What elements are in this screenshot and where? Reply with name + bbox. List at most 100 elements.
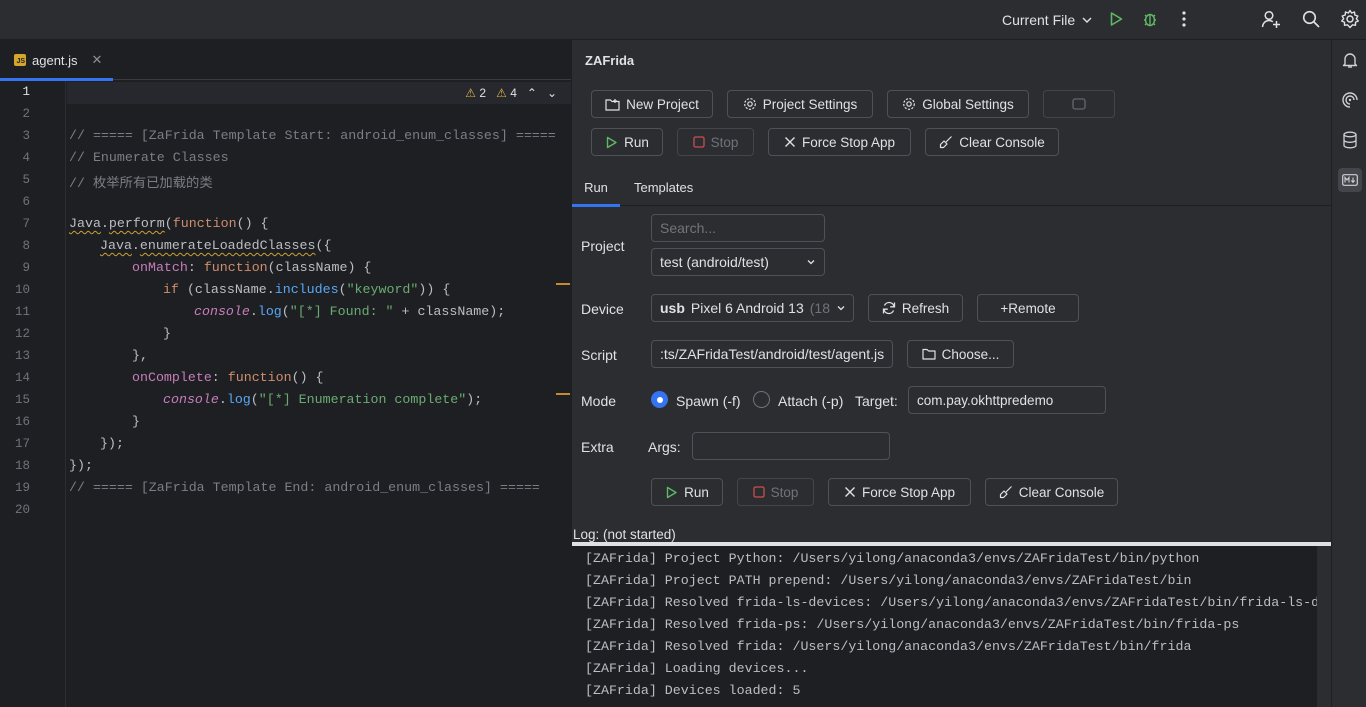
- search-icon[interactable]: [1300, 8, 1322, 30]
- tab-label: agent.js: [32, 52, 78, 68]
- warning-stripe-marker[interactable]: [556, 393, 570, 395]
- warning-stripe-marker[interactable]: [556, 283, 570, 285]
- add-user-icon[interactable]: [1260, 8, 1282, 30]
- code-line-17: });: [100, 436, 124, 451]
- run-button[interactable]: Run: [651, 478, 723, 506]
- line-number: 7: [22, 217, 30, 231]
- global-settings-button[interactable]: Global Settings: [887, 90, 1029, 118]
- right-tool-strip: [1331, 40, 1366, 707]
- broom-icon: [940, 136, 953, 149]
- run-icon[interactable]: [1105, 8, 1127, 30]
- add-remote-device-button[interactable]: +Remote: [977, 294, 1079, 322]
- project-select[interactable]: test (android/test): [651, 248, 825, 276]
- device-select[interactable]: usb Pixel 6 Android 13 (18: [651, 294, 854, 322]
- close-icon: [844, 487, 855, 497]
- log-line: [ZAFrida] Project Python: /Users/yilong/…: [585, 551, 1200, 566]
- line-number: 17: [14, 437, 30, 451]
- clear-console-button[interactable]: Clear Console: [985, 478, 1118, 506]
- code-line-9: onMatch: function(className) {: [132, 260, 372, 275]
- notifications-icon[interactable]: [1338, 48, 1362, 72]
- new-folder-icon: [605, 98, 620, 111]
- tab-run[interactable]: Run: [572, 168, 620, 207]
- mode-label: Mode: [581, 393, 617, 409]
- run-icon: [606, 136, 617, 148]
- line-number: 11: [14, 305, 30, 319]
- log-scrollbar[interactable]: [1317, 546, 1332, 707]
- log-line: [ZAFrida] Resolved frida-ps: /Users/yilo…: [585, 617, 1240, 632]
- close-icon[interactable]: ✕: [92, 52, 103, 68]
- gear-icon: [903, 98, 916, 110]
- new-project-button[interactable]: New Project: [591, 90, 713, 118]
- debug-icon[interactable]: [1139, 8, 1161, 30]
- attach-radio-label[interactable]: Attach (-p): [778, 393, 843, 409]
- warning-icon: ⚠: [465, 86, 477, 100]
- run-configuration-selector[interactable]: Current File: [1002, 10, 1093, 30]
- tab-templates[interactable]: Templates: [634, 168, 693, 206]
- code-line-16: }: [132, 414, 140, 429]
- code-line-12: }: [163, 326, 171, 341]
- spawn-radio-label[interactable]: Spawn (-f): [676, 393, 741, 409]
- warning-count-b[interactable]: ⚠ 4: [496, 86, 517, 100]
- target-package-input[interactable]: com.pay.okhttpredemo: [908, 386, 1106, 414]
- script-path-field[interactable]: :ts/ZAFridaTest/android/test/agent.js: [651, 340, 893, 368]
- broom-icon: [999, 486, 1012, 499]
- active-tab-indicator: [572, 204, 620, 207]
- run-configuration-label: Current File: [1002, 12, 1076, 28]
- line-number: 3: [22, 129, 30, 143]
- line-number: 14: [14, 371, 30, 385]
- chevron-down-icon: [1082, 17, 1092, 23]
- more-icon[interactable]: [1173, 8, 1195, 30]
- database-icon[interactable]: [1338, 128, 1362, 152]
- device-name: Pixel 6 Android 13: [690, 300, 804, 316]
- code-line-8: Java.enumerateLoadedClasses({: [100, 238, 332, 253]
- device-extra: (18: [809, 300, 830, 316]
- toolbar-stop-button[interactable]: Stop: [677, 128, 754, 156]
- line-number-gutter: 1 2 3 4 5 6 7 8 9 10 11 12 13 14 15 16 1…: [0, 81, 66, 707]
- chevron-down-icon: [837, 306, 845, 311]
- project-settings-button[interactable]: Project Settings: [727, 90, 873, 118]
- refresh-icon: [882, 301, 896, 315]
- previous-highlight-icon[interactable]: ⌃: [527, 86, 537, 100]
- code-line-7: Java.perform(function() {: [69, 216, 269, 231]
- toolbar-force-stop-button[interactable]: Force Stop App: [768, 128, 911, 156]
- force-stop-button[interactable]: Force Stop App: [828, 478, 971, 506]
- weak-warning-icon: ⚠: [496, 86, 507, 100]
- choose-script-button[interactable]: Choose...: [907, 340, 1014, 368]
- warning-count-a[interactable]: ⚠ 2: [465, 86, 486, 100]
- script-label: Script: [581, 347, 617, 363]
- log-line: [ZAFrida] Devices loaded: 5: [585, 683, 801, 698]
- args-label: Args:: [648, 439, 681, 455]
- gear-icon: [743, 98, 756, 110]
- panel-tab-bar: Run Templates: [572, 168, 1332, 207]
- close-icon: [784, 137, 795, 147]
- line-number: 20: [14, 503, 30, 517]
- spawn-radio[interactable]: [651, 391, 668, 408]
- code-line-14: onComplete: function() {: [132, 370, 324, 385]
- line-number: 9: [22, 261, 30, 275]
- inspection-widget[interactable]: ⚠ 2 ⚠ 4 ⌃ ⌄: [465, 86, 557, 100]
- line-number: 19: [14, 481, 30, 495]
- settings-icon[interactable]: [1339, 8, 1361, 30]
- tool-window-title: ZAFrida: [585, 53, 635, 68]
- ai-assistant-icon[interactable]: [1338, 88, 1362, 112]
- line-number: 12: [14, 327, 30, 341]
- code-line-15: console.log("[*] Enumeration complete");: [163, 392, 483, 407]
- toolbar-run-button[interactable]: Run: [591, 128, 663, 156]
- code-editor[interactable]: 1 2 3 4 5 6 7 8 9 10 11 12 13 14 15 16 1…: [0, 81, 571, 707]
- stop-button[interactable]: Stop: [737, 478, 814, 506]
- attach-radio[interactable]: [753, 391, 770, 408]
- editor-tab-bar: JS agent.js ✕: [0, 40, 571, 81]
- image-placeholder-button[interactable]: [1043, 90, 1115, 118]
- toolbar-clear-console-button[interactable]: Clear Console: [925, 128, 1059, 156]
- tab-agent-js[interactable]: JS agent.js ✕: [0, 40, 113, 81]
- args-input[interactable]: [692, 432, 890, 460]
- refresh-devices-button[interactable]: Refresh: [868, 294, 963, 322]
- markdown-icon[interactable]: [1338, 168, 1362, 192]
- project-search-input[interactable]: [651, 214, 825, 242]
- console-log[interactable]: [ZAFrida] Project Python: /Users/yilong/…: [572, 546, 1317, 707]
- next-highlight-icon[interactable]: ⌄: [547, 86, 557, 100]
- line-number: 1: [22, 85, 30, 99]
- run-icon: [666, 486, 677, 498]
- target-label: Target:: [855, 393, 898, 409]
- line-number: 10: [14, 283, 30, 297]
